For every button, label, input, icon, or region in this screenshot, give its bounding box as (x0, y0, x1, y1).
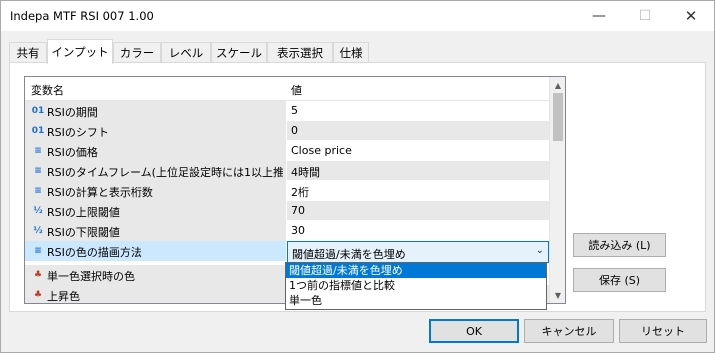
grid-header: 変数名 値 (25, 77, 549, 101)
dialog-window: Indepa MTF RSI 007 1.00 — ☐ ✕ 共有 インプット カ… (0, 0, 715, 353)
double-icon: ½ (33, 206, 43, 216)
reset-button[interactable]: リセット (619, 319, 707, 343)
enum-icon: ≡ (34, 246, 42, 256)
param-value[interactable]: 30 (291, 224, 305, 237)
grid-scrollbar[interactable]: ▲ ▼ (549, 77, 565, 303)
ok-button[interactable]: OK (429, 319, 519, 343)
param-name: 単一色選択時の色 (47, 270, 135, 283)
tab-levels[interactable]: レベル (161, 42, 211, 63)
column-header-value: 値 (291, 84, 302, 97)
grid-row-rsi-price[interactable]: ≡ RSIの価格 Close price (25, 141, 549, 161)
param-name: RSIの計算と表示桁数 (47, 186, 153, 199)
param-name: RSIのシフト (47, 126, 109, 139)
maximize-button[interactable]: ☐ (622, 1, 668, 31)
scrollbar-thumb[interactable] (553, 93, 563, 141)
param-value[interactable]: 5 (291, 104, 298, 117)
grid-row-rsi-timeframe[interactable]: ≡ RSIのタイムフレーム(上位足設定時には1以上推… 4時間 (25, 161, 549, 181)
grid-row-rsi-period[interactable]: 01 RSIの期間 5 (25, 101, 549, 121)
scroll-up-icon[interactable]: ▲ (550, 77, 565, 93)
param-value[interactable]: 0 (291, 124, 298, 137)
enum-icon: ≡ (34, 146, 42, 156)
color-method-select[interactable]: 閾値超過/未満を色埋め ⌄ (287, 241, 549, 263)
tab-display-select[interactable]: 表示選択 (267, 42, 333, 63)
dropdown-option[interactable]: 単一色 (286, 293, 546, 308)
color-method-selected-value: 閾値超過/未満を色埋め (292, 248, 406, 261)
dropdown-option[interactable]: 閾値超過/未満を色埋め (286, 263, 546, 278)
title-bar: Indepa MTF RSI 007 1.00 — ☐ ✕ (1, 1, 714, 31)
dropdown-option[interactable]: 1つ前の指標値と比較 (286, 278, 546, 293)
integer-icon: 01 (31, 126, 45, 136)
save-button[interactable]: 保存 (S) (573, 268, 666, 292)
color-method-dropdown-list: 閾値超過/未満を色埋め 1つ前の指標値と比較 単一色 (285, 262, 547, 310)
color-icon: ♣ (33, 270, 43, 280)
param-name: RSIのタイムフレーム(上位足設定時には1以上推… (47, 166, 283, 179)
param-name: 上昇色 (47, 290, 80, 303)
tab-colors[interactable]: カラー (113, 42, 161, 63)
window-title: Indepa MTF RSI 007 1.00 (10, 9, 154, 23)
tab-shared[interactable]: 共有 (9, 42, 47, 63)
param-value[interactable]: 2桁 (291, 184, 309, 200)
enum-icon: ≡ (34, 186, 42, 196)
scroll-down-icon[interactable]: ▼ (550, 287, 565, 303)
grid-row-rsi-digits[interactable]: ≡ RSIの計算と表示桁数 2桁 (25, 181, 549, 201)
grid-row-rsi-upper-threshold[interactable]: ½ RSIの上限閾値 70 (25, 201, 549, 221)
param-name: RSIの上限閾値 (47, 206, 120, 219)
enum-icon: ≡ (34, 166, 42, 176)
tab-spec[interactable]: 仕様 (333, 42, 369, 63)
param-value[interactable]: 4時間 (291, 164, 320, 180)
param-name: RSIの色の描画方法 (47, 246, 142, 259)
color-icon: ♣ (33, 290, 43, 300)
param-value[interactable]: Close price (291, 144, 352, 157)
param-name: RSIの下限閾値 (47, 226, 120, 239)
grid-row-rsi-lower-threshold[interactable]: ½ RSIの下限閾値 30 (25, 221, 549, 241)
tab-scale[interactable]: スケール (211, 42, 267, 63)
cancel-button[interactable]: キャンセル (524, 319, 614, 343)
param-value[interactable]: 70 (291, 204, 305, 217)
chevron-down-icon[interactable]: ⌄ (536, 245, 544, 256)
double-icon: ½ (33, 226, 43, 236)
integer-icon: 01 (31, 106, 45, 116)
load-button[interactable]: 読み込み (L) (573, 233, 666, 257)
param-name: RSIの期間 (47, 106, 98, 119)
grid-row-rsi-shift[interactable]: 01 RSIのシフト 0 (25, 121, 549, 141)
param-name: RSIの価格 (47, 146, 98, 159)
column-header-name: 変数名 (31, 84, 64, 97)
close-button[interactable]: ✕ (668, 1, 714, 31)
tab-inputs[interactable]: インプット (47, 39, 113, 64)
minimize-button[interactable]: — (576, 1, 622, 31)
